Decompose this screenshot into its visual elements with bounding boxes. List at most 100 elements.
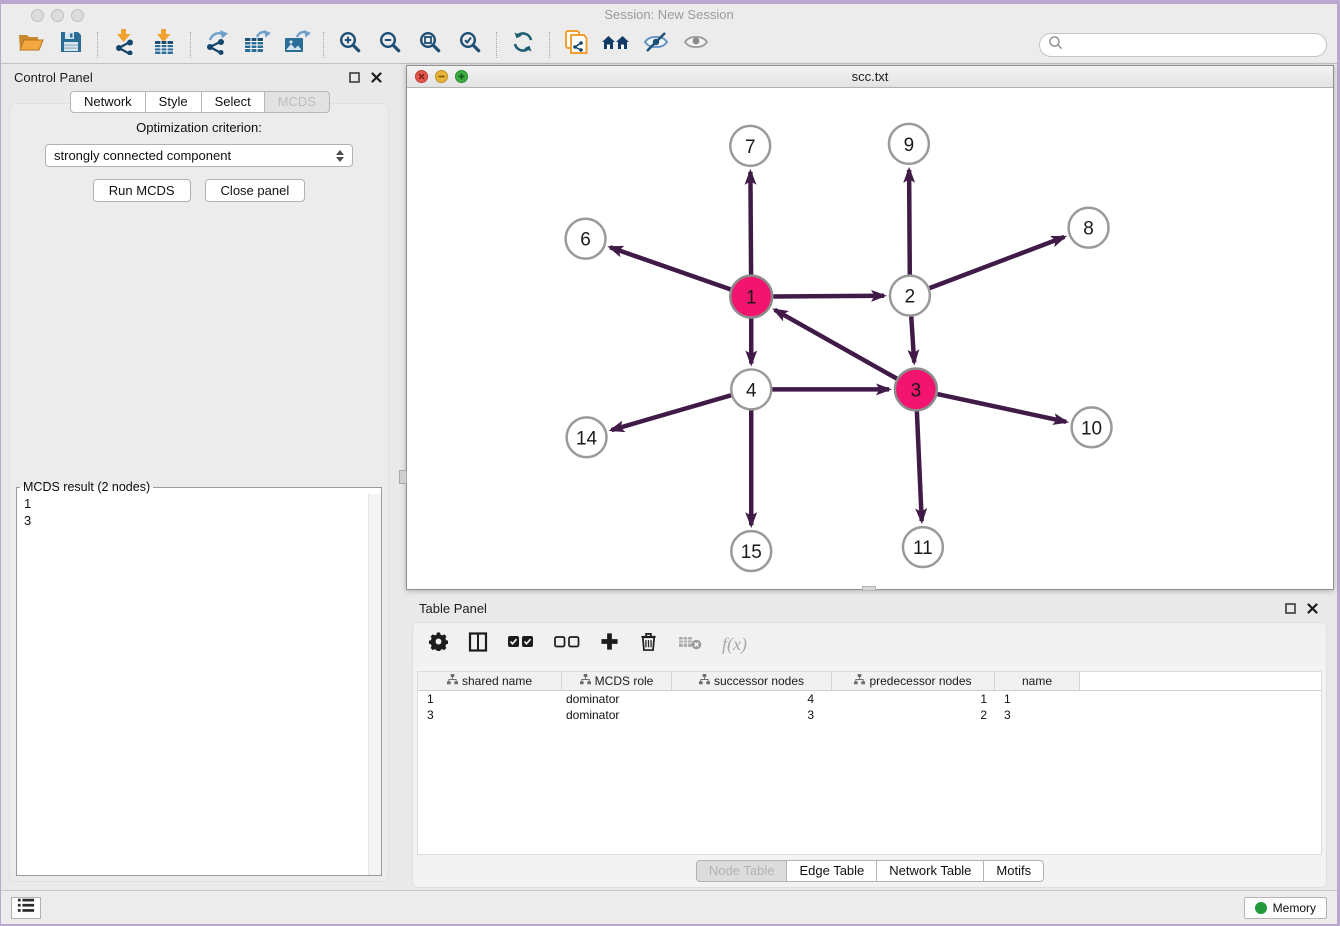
select-all-button[interactable] [508,635,534,653]
tab-style[interactable]: Style [145,91,202,113]
clone-network-button[interactable] [556,29,596,61]
import-table-button[interactable] [144,29,184,61]
tab-mcds[interactable]: MCDS [264,91,330,113]
column-header-predecessor-nodes[interactable]: predecessor nodes [832,672,995,690]
toggle-columns-button[interactable] [468,632,488,657]
gear-icon [429,632,448,656]
graph-edge[interactable] [611,395,731,430]
node-label: 14 [576,428,597,449]
node-label: 1 [746,288,757,309]
table-panel: Table Panel f(x) share [406,595,1334,890]
show-details-button[interactable] [676,29,716,61]
zoom-window-button[interactable] [71,9,84,22]
open-folder-icon [18,31,44,58]
houses-icon [601,31,631,58]
table-cell: 3 [672,708,832,722]
home-button[interactable] [596,29,636,61]
node-label: 7 [745,137,756,158]
zoom-in-button[interactable] [330,29,370,61]
export-table-icon [243,29,271,60]
task-history-button[interactable] [11,897,41,919]
table-cell: dominator [562,708,672,722]
graph-edge[interactable] [750,172,751,275]
eye-slash-icon [643,31,669,58]
open-session-button[interactable] [11,29,51,61]
table-settings-button[interactable] [429,632,448,656]
table-cell: 1 [832,692,995,706]
float-panel-button[interactable] [346,70,363,85]
graph-edge[interactable] [610,247,730,289]
splitter-handle[interactable] [862,586,876,591]
network-window-titlebar[interactable]: scc.txt [407,66,1333,88]
zoom-out-button[interactable] [370,29,410,61]
toolbar-separator [549,32,550,58]
column-header-mcds-role[interactable]: MCDS role [562,672,672,690]
table-cell: dominator [562,692,672,706]
deselect-all-button[interactable] [554,635,580,653]
graph-edge[interactable] [930,237,1065,288]
zoom-out-icon [378,30,402,59]
graph-edge[interactable] [937,394,1066,422]
zoom-fit-button[interactable] [410,29,450,61]
window-title: Session: New Session [1,4,1337,26]
hide-details-button[interactable] [636,29,676,61]
table-cell: 2 [832,708,995,722]
network-canvas[interactable]: 7968124314101511 [407,88,1333,589]
hierarchy-icon [580,674,591,688]
import-table-icon [151,29,177,60]
table-row[interactable]: 1dominator411 [418,691,1321,707]
memory-button[interactable]: Memory [1244,897,1327,919]
export-network-icon [204,29,230,60]
zoom-in-icon [338,30,362,59]
close-panel-button2[interactable]: Close panel [205,179,306,202]
tab-network-table[interactable]: Network Table [876,860,984,882]
criterion-dropdown[interactable]: strongly connected component [45,144,353,167]
result-scrollbar[interactable] [368,494,381,875]
control-panel-tabs: Network Style Select MCDS [1,91,398,113]
function-builder-button[interactable]: f(x) [722,634,747,655]
export-network-button[interactable] [197,29,237,61]
table-row[interactable]: 3dominator323 [418,707,1321,723]
minimize-network-button[interactable] [435,70,448,83]
import-network-button[interactable] [104,29,144,61]
delete-table-button[interactable] [678,634,702,655]
application-window: Session: New Session Control [1,4,1337,924]
save-session-button[interactable] [51,29,91,61]
close-panel-button[interactable] [368,70,385,85]
control-panel: Control Panel Network Style Select MCDS … [1,64,398,890]
column-header-shared-name[interactable]: shared name [418,672,562,690]
export-table-button[interactable] [237,29,277,61]
graph-edge[interactable] [775,310,897,379]
close-table-panel-button[interactable] [1304,601,1321,616]
toolbar-separator [97,32,98,58]
column-header-successor-nodes[interactable]: successor nodes [672,672,832,690]
graph-edge[interactable] [773,296,884,297]
graph-edge[interactable] [911,317,914,363]
tab-select[interactable]: Select [201,91,265,113]
node-label: 6 [580,230,591,251]
minimize-window-button[interactable] [51,9,64,22]
float-table-panel-button[interactable] [1282,601,1299,616]
tab-node-table[interactable]: Node Table [696,860,788,882]
toolbar-separator [323,32,324,58]
tab-edge-table[interactable]: Edge Table [786,860,877,882]
tab-network[interactable]: Network [70,91,146,113]
apply-layout-button[interactable] [503,29,543,61]
maximize-network-button[interactable] [455,70,468,83]
column-header-name[interactable]: name [995,672,1080,690]
delete-column-button[interactable] [639,631,658,657]
splitter-handle[interactable] [399,470,407,484]
toolbar-separator [190,32,191,58]
add-column-button[interactable] [600,632,619,656]
export-image-button[interactable] [277,29,317,61]
run-mcds-button[interactable]: Run MCDS [93,179,191,202]
search-input[interactable] [1067,38,1318,52]
zoom-selected-button[interactable] [450,29,490,61]
close-network-button[interactable] [415,70,428,83]
node-label: 3 [911,380,922,401]
node-label: 8 [1083,219,1094,240]
tab-motifs[interactable]: Motifs [983,860,1044,882]
graph-edge[interactable] [917,411,922,521]
graph-edge[interactable] [909,170,910,275]
close-window-button[interactable] [31,9,44,22]
